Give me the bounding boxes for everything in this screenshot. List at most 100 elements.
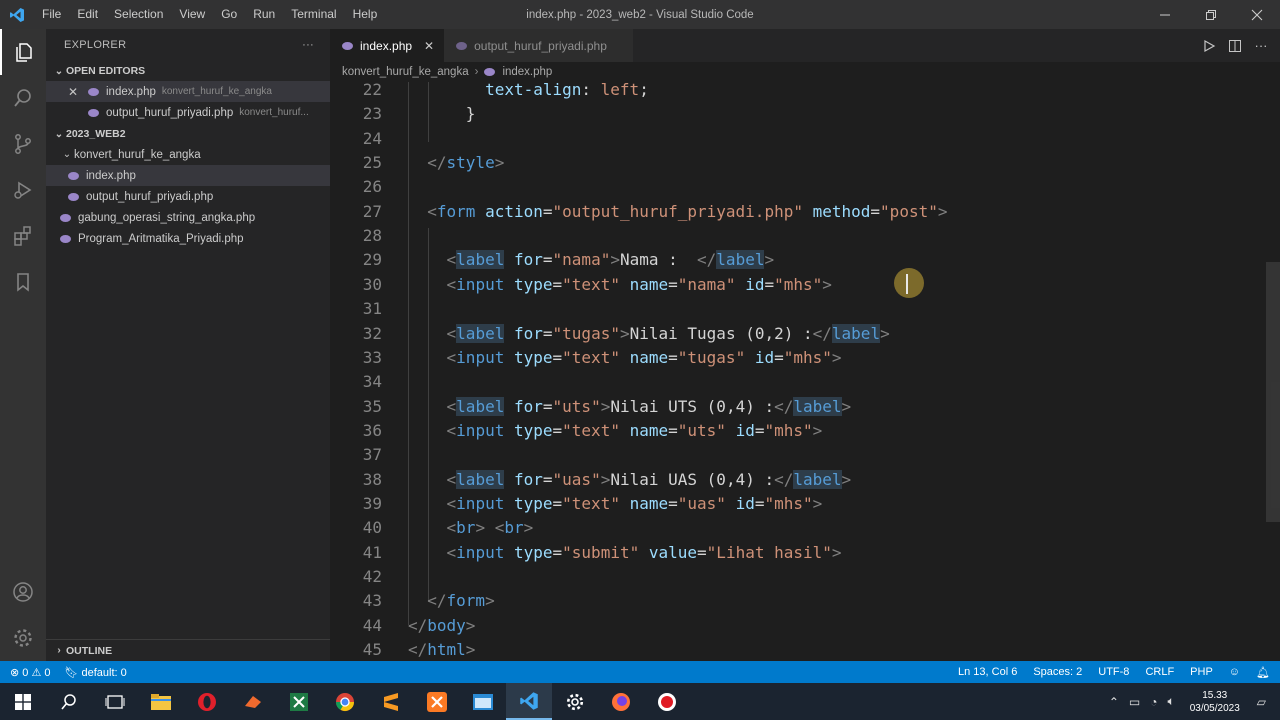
notifications-icon[interactable]: ▱ xyxy=(1257,695,1266,709)
app-window-icon[interactable] xyxy=(460,683,506,720)
line-number: 41 xyxy=(362,542,382,562)
search-icon[interactable] xyxy=(0,75,46,121)
menu-edit[interactable]: Edit xyxy=(69,0,106,29)
network-icon[interactable]: ▭ xyxy=(1129,695,1140,709)
code-line[interactable]: 23 } xyxy=(330,102,1270,126)
windows-start-icon[interactable] xyxy=(0,683,46,720)
run-debug-icon[interactable] xyxy=(0,167,46,213)
breadcrumb-file[interactable]: index.php xyxy=(502,66,552,78)
code-line[interactable]: 45 </html> xyxy=(330,638,1270,661)
taskbar-search-icon[interactable] xyxy=(46,683,92,720)
account-icon[interactable] xyxy=(0,569,46,615)
tree-file[interactable]: output_huruf_priyadi.php xyxy=(46,186,330,207)
open-editor-item[interactable]: ✕ index.php konvert_huruf_ke_angka xyxy=(46,81,330,102)
close-icon[interactable]: ✕ xyxy=(68,85,88,99)
code-line[interactable]: 40 <br> <br> xyxy=(330,516,1270,540)
line-code: </style> xyxy=(427,153,505,173)
indentation[interactable]: Spaces: 2 xyxy=(1033,666,1082,678)
settings-gear-icon[interactable] xyxy=(0,615,46,661)
code-line[interactable]: 44 </body> xyxy=(330,614,1270,638)
extensions-icon[interactable] xyxy=(0,213,46,259)
restore-icon[interactable] xyxy=(1188,0,1234,29)
menu-view[interactable]: View xyxy=(171,0,213,29)
menu-help[interactable]: Help xyxy=(345,0,386,29)
code-line[interactable]: 30 <input type="text" name="nama" id="mh… xyxy=(330,273,1270,297)
source-control-icon[interactable] xyxy=(0,121,46,167)
tree-file[interactable]: Program_Aritmatika_Priyadi.php xyxy=(46,228,330,249)
code-line[interactable]: 27 <form action="output_huruf_priyadi.ph… xyxy=(330,200,1270,224)
code-line[interactable]: 26 xyxy=(330,175,1270,199)
screen-recorder-icon[interactable] xyxy=(644,683,690,720)
code-line[interactable]: 39 <input type="text" name="uas" id="mhs… xyxy=(330,492,1270,516)
open-editor-item[interactable]: output_huruf_priyadi.php konvert_huruf..… xyxy=(46,102,330,123)
line-code: <label for="tugas">Nilai Tugas (0,2) :</… xyxy=(446,323,890,343)
menu-file[interactable]: File xyxy=(34,0,69,29)
explorer-icon[interactable] xyxy=(0,29,46,75)
code-line[interactable]: 38 <label for="uas">Nilai UAS (0,4) :</l… xyxy=(330,468,1270,492)
workspace-section[interactable]: ⌄ 2023_WEB2 xyxy=(46,124,330,144)
split-editor-icon[interactable] xyxy=(1222,39,1248,53)
app-orange-icon[interactable] xyxy=(230,683,276,720)
code-line[interactable]: 41 <input type="submit" value="Lihat has… xyxy=(330,541,1270,565)
code-line[interactable]: 33 <input type="text" name="tugas" id="m… xyxy=(330,346,1270,370)
open-editors-section[interactable]: ⌄ OPEN EDITORS xyxy=(46,61,330,81)
language-mode[interactable]: PHP xyxy=(1190,666,1213,678)
tab-output-huruf-priyadi[interactable]: output_huruf_priyadi.php xyxy=(444,29,633,62)
menu-go[interactable]: Go xyxy=(213,0,245,29)
menu-run[interactable]: Run xyxy=(245,0,283,29)
menu-bar: File Edit Selection View Go Run Terminal… xyxy=(34,0,385,29)
code-line[interactable]: 28 xyxy=(330,224,1270,248)
tree-file[interactable]: index.php xyxy=(46,165,330,186)
sublime-icon[interactable] xyxy=(368,683,414,720)
opera-icon[interactable] xyxy=(184,683,230,720)
code-line[interactable]: 32 <label for="tugas">Nilai Tugas (0,2) … xyxy=(330,322,1270,346)
notifications-bell-icon[interactable]: 🔔︎ xyxy=(1256,666,1270,679)
code-line[interactable]: 29 <label for="nama">Nama : </label> xyxy=(330,248,1270,272)
outline-section[interactable]: › OUTLINE xyxy=(46,639,330,661)
chevron-up-icon[interactable]: ⌃ xyxy=(1109,695,1119,709)
cursor-position[interactable]: Ln 13, Col 6 xyxy=(958,666,1017,678)
code-line[interactable]: 24 xyxy=(330,127,1270,151)
line-ending[interactable]: CRLF xyxy=(1145,666,1174,678)
breadcrumb-folder[interactable]: konvert_huruf_ke_angka xyxy=(342,66,469,78)
tree-file[interactable]: gabung_operasi_string_angka.php xyxy=(46,207,330,228)
bookmark-icon[interactable] xyxy=(0,259,46,305)
editor-scrollbar[interactable] xyxy=(1266,262,1280,522)
run-file-icon[interactable] xyxy=(1196,39,1222,53)
volume-icon[interactable]: 🔈︎ xyxy=(1168,694,1175,709)
code-line[interactable]: 37 xyxy=(330,443,1270,467)
code-line[interactable]: 35 <label for="uts">Nilai UTS (0,4) :</l… xyxy=(330,395,1270,419)
wifi-icon[interactable]: ◔ xyxy=(1150,695,1157,709)
tree-folder[interactable]: ⌄ konvert_huruf_ke_angka xyxy=(46,144,330,165)
code-line[interactable]: 22 text-align: left; xyxy=(330,82,1270,102)
excel-icon[interactable] xyxy=(276,683,322,720)
firefox-icon[interactable] xyxy=(598,683,644,720)
encoding[interactable]: UTF-8 xyxy=(1098,666,1129,678)
more-actions-icon[interactable]: ··· xyxy=(302,39,314,51)
problems-indicator[interactable]: ⊗ 0 ⚠ 0 xyxy=(10,666,50,679)
chrome-icon[interactable] xyxy=(322,683,368,720)
menu-terminal[interactable]: Terminal xyxy=(283,0,344,29)
feedback-icon[interactable]: ☺ xyxy=(1229,666,1240,678)
code-line[interactable]: 31 xyxy=(330,297,1270,321)
code-editor[interactable]: 22 text-align: left; 23 } 24 25 </style> 26 2… xyxy=(330,82,1280,661)
vscode-taskbar-icon[interactable] xyxy=(506,683,552,720)
task-view-icon[interactable] xyxy=(92,683,138,720)
close-tab-icon[interactable]: ✕ xyxy=(424,39,434,53)
minimize-icon[interactable] xyxy=(1142,0,1188,29)
bookmark-status[interactable]: 🔖︎ default: 0 xyxy=(64,666,140,679)
code-line[interactable]: 42 xyxy=(330,565,1270,589)
code-line[interactable]: 36 <input type="text" name="uts" id="mhs… xyxy=(330,419,1270,443)
more-actions-icon[interactable]: ··· xyxy=(1248,38,1274,53)
file-explorer-icon[interactable] xyxy=(138,683,184,720)
tab-index-php[interactable]: index.php ✕ xyxy=(330,29,445,62)
line-number: 26 xyxy=(362,177,382,197)
xampp-icon[interactable] xyxy=(414,683,460,720)
settings-gear-icon[interactable] xyxy=(552,683,598,720)
code-line[interactable]: 34 xyxy=(330,370,1270,394)
menu-selection[interactable]: Selection xyxy=(106,0,171,29)
clock[interactable]: 15.33 03/05/2023 xyxy=(1190,689,1240,715)
close-window-icon[interactable] xyxy=(1234,0,1280,29)
code-line[interactable]: 43 </form> xyxy=(330,589,1270,613)
code-line[interactable]: 25 </style> xyxy=(330,151,1270,175)
